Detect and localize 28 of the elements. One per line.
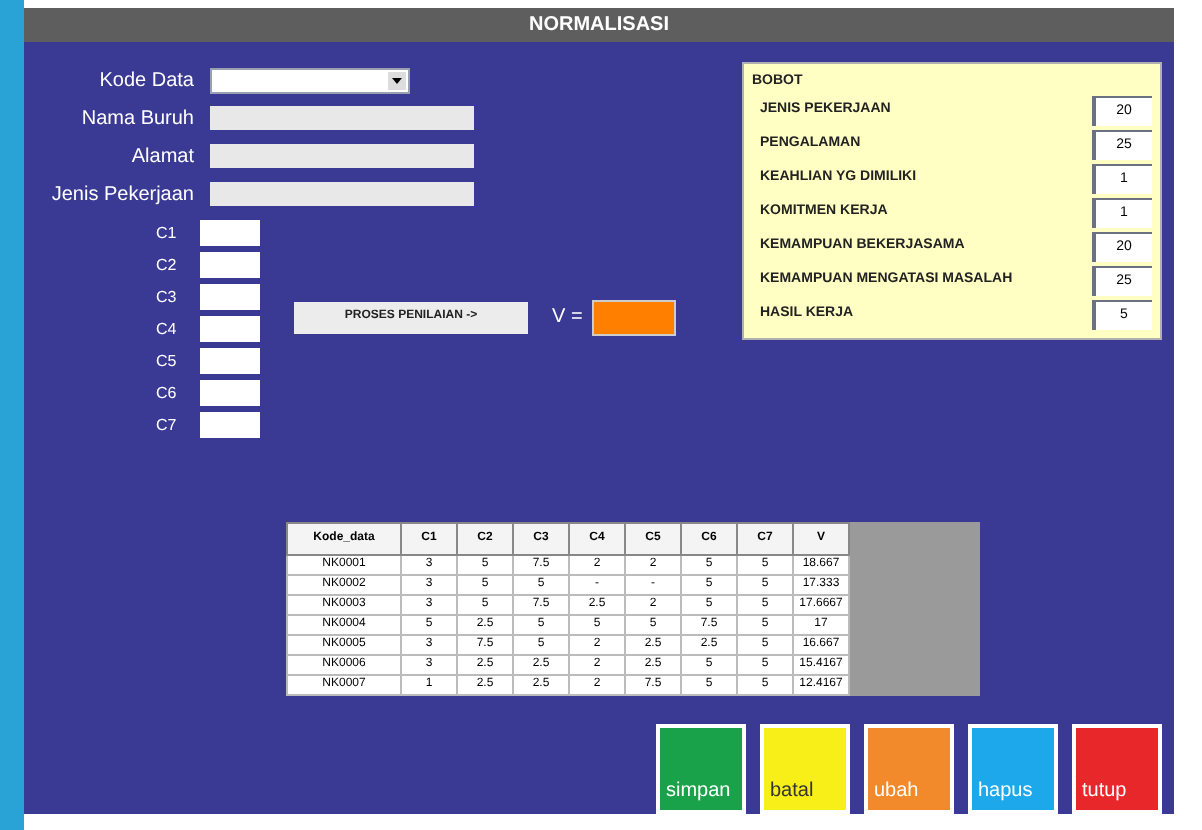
result-field xyxy=(592,299,677,335)
caret-icon xyxy=(388,71,406,89)
dropdown-field[interactable] xyxy=(210,67,410,93)
field-label: Kode Data xyxy=(97,67,194,95)
action-button[interactable]: tutup xyxy=(1072,724,1162,814)
criterion-field[interactable] xyxy=(200,316,260,342)
input-field[interactable] xyxy=(210,106,474,130)
criterion-label: C1 xyxy=(156,221,179,245)
criterion-label: C3 xyxy=(156,285,179,309)
criterion-label: C4 xyxy=(156,317,179,341)
result-label: V = xyxy=(552,304,583,332)
criterion-field[interactable] xyxy=(200,252,260,278)
criterion-field[interactable] xyxy=(200,412,260,438)
window-title: NORMALISASI xyxy=(529,11,669,40)
criterion-field[interactable] xyxy=(200,348,260,374)
input-field[interactable] xyxy=(210,144,474,168)
input-field[interactable] xyxy=(210,182,474,206)
criterion-field[interactable] xyxy=(200,220,260,246)
criterion-label: C5 xyxy=(156,349,179,373)
criterion-field[interactable] xyxy=(200,380,260,406)
criterion-label: C6 xyxy=(156,381,179,405)
field-label: Jenis Pekerjaan xyxy=(49,181,194,209)
field-label: Nama Buruh xyxy=(79,105,194,133)
action-button[interactable]: batal xyxy=(760,724,850,814)
criterion-label: C7 xyxy=(156,413,179,437)
field-label: Alamat xyxy=(129,143,194,171)
criterion-field[interactable] xyxy=(200,284,260,310)
criterion-label: C2 xyxy=(156,253,179,277)
